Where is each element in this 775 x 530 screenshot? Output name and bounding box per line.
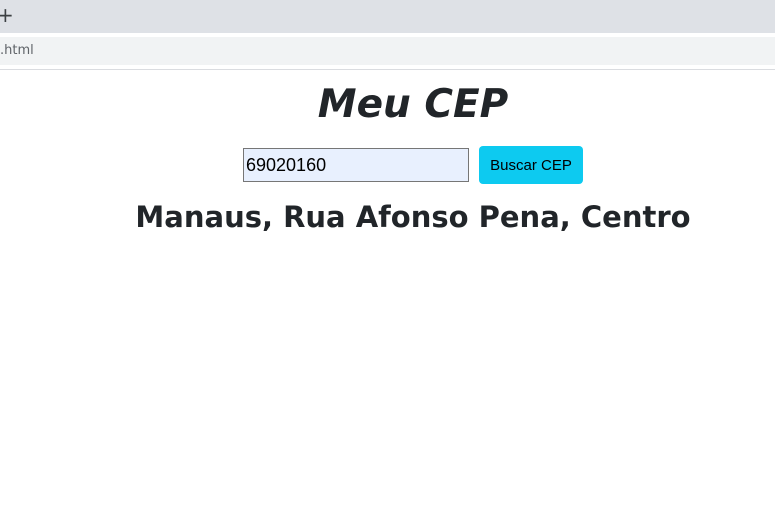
address-result: Manaus, Rua Afonso Pena, Centro	[135, 200, 691, 234]
page-title: Meu CEP	[317, 82, 509, 127]
new-tab-plus-icon[interactable]: +	[0, 4, 14, 26]
page-content: Meu CEP Buscar CEP Manaus, Rua Afonso Pe…	[0, 70, 775, 530]
address-bar-url[interactable]: .html	[0, 43, 34, 58]
address-bar[interactable]: .html	[0, 37, 775, 65]
cep-input[interactable]	[243, 148, 469, 182]
browser-tab-strip: +	[0, 0, 775, 33]
browser-toolbar: .html	[0, 33, 775, 70]
search-cep-button[interactable]: Buscar CEP	[479, 146, 583, 184]
